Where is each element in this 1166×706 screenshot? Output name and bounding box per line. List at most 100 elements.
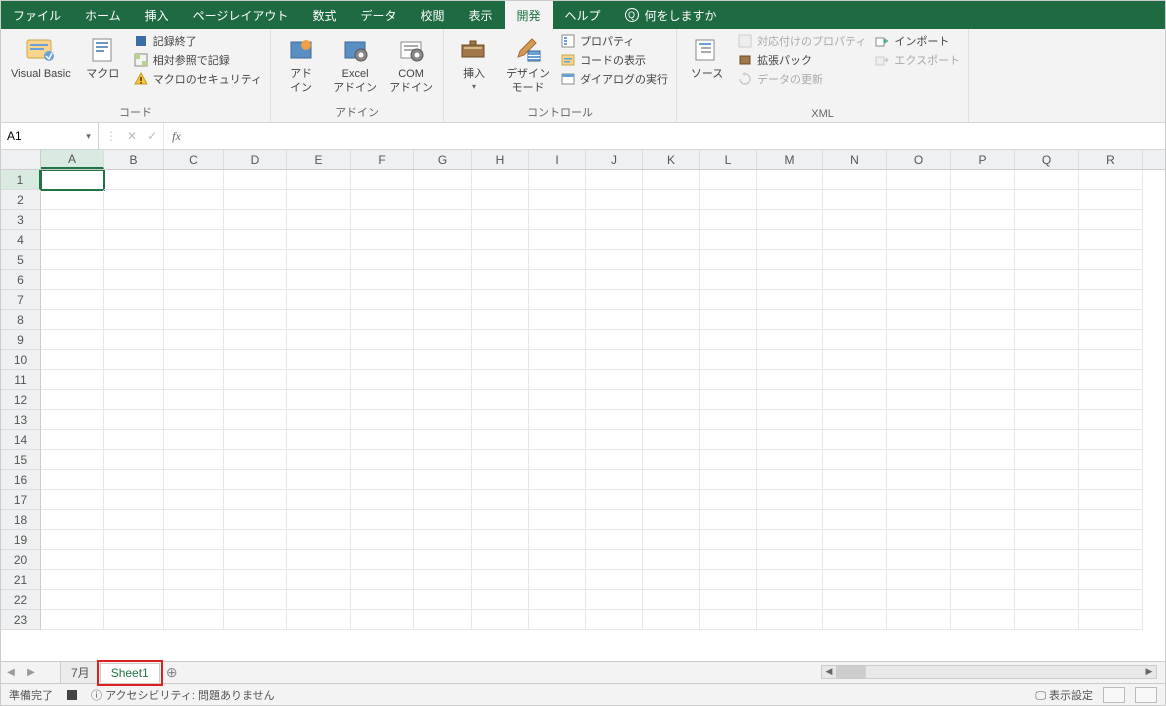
cell[interactable] bbox=[529, 390, 586, 410]
cell[interactable] bbox=[529, 250, 586, 270]
cell[interactable] bbox=[823, 270, 887, 290]
cell[interactable] bbox=[1079, 210, 1143, 230]
cell[interactable] bbox=[41, 350, 104, 370]
cell[interactable] bbox=[287, 470, 351, 490]
cell[interactable] bbox=[351, 370, 414, 390]
cell[interactable] bbox=[164, 350, 224, 370]
cell[interactable] bbox=[529, 450, 586, 470]
cell[interactable] bbox=[887, 230, 951, 250]
cell[interactable] bbox=[700, 530, 757, 550]
cell[interactable] bbox=[823, 250, 887, 270]
column-header[interactable]: D bbox=[224, 150, 287, 169]
cell[interactable] bbox=[823, 190, 887, 210]
cell[interactable] bbox=[823, 350, 887, 370]
cell[interactable] bbox=[104, 490, 164, 510]
cell[interactable] bbox=[41, 270, 104, 290]
cell[interactable] bbox=[951, 510, 1015, 530]
cell[interactable] bbox=[414, 210, 472, 230]
cell[interactable] bbox=[643, 490, 700, 510]
cell[interactable] bbox=[757, 390, 823, 410]
cell[interactable] bbox=[586, 370, 643, 390]
cell[interactable] bbox=[472, 330, 529, 350]
cell[interactable] bbox=[351, 250, 414, 270]
cell[interactable] bbox=[224, 450, 287, 470]
cell[interactable] bbox=[104, 610, 164, 630]
cell[interactable] bbox=[351, 450, 414, 470]
cell[interactable] bbox=[164, 430, 224, 450]
cell[interactable] bbox=[104, 550, 164, 570]
cell[interactable] bbox=[164, 550, 224, 570]
cell[interactable] bbox=[351, 190, 414, 210]
column-header[interactable]: C bbox=[164, 150, 224, 169]
cell[interactable] bbox=[586, 390, 643, 410]
cell[interactable] bbox=[529, 190, 586, 210]
cell[interactable] bbox=[1079, 510, 1143, 530]
cell[interactable] bbox=[287, 350, 351, 370]
cell[interactable] bbox=[951, 370, 1015, 390]
row-header[interactable]: 10 bbox=[1, 350, 41, 370]
cell[interactable] bbox=[529, 330, 586, 350]
cell[interactable] bbox=[823, 310, 887, 330]
cell[interactable] bbox=[1015, 510, 1079, 530]
cell[interactable] bbox=[104, 270, 164, 290]
cell[interactable] bbox=[951, 290, 1015, 310]
cell[interactable] bbox=[586, 550, 643, 570]
cell[interactable] bbox=[757, 370, 823, 390]
cell[interactable] bbox=[351, 550, 414, 570]
design-mode-button[interactable]: デザイン モード bbox=[502, 32, 554, 98]
cell[interactable] bbox=[823, 550, 887, 570]
cell[interactable] bbox=[41, 410, 104, 430]
cell[interactable] bbox=[823, 450, 887, 470]
cell[interactable] bbox=[472, 450, 529, 470]
tab-developer[interactable]: 開発 bbox=[505, 1, 553, 29]
cell[interactable] bbox=[287, 290, 351, 310]
import-button[interactable]: インポート bbox=[872, 32, 962, 50]
cell[interactable] bbox=[164, 410, 224, 430]
cell[interactable] bbox=[472, 310, 529, 330]
row-header[interactable]: 13 bbox=[1, 410, 41, 430]
cell[interactable] bbox=[287, 190, 351, 210]
cell[interactable] bbox=[224, 490, 287, 510]
cell[interactable] bbox=[887, 210, 951, 230]
cell[interactable] bbox=[104, 190, 164, 210]
cell[interactable] bbox=[164, 510, 224, 530]
cell[interactable] bbox=[351, 330, 414, 350]
cell[interactable] bbox=[757, 430, 823, 450]
cell[interactable] bbox=[414, 290, 472, 310]
cell[interactable] bbox=[951, 610, 1015, 630]
cell[interactable] bbox=[104, 430, 164, 450]
cell[interactable] bbox=[1015, 430, 1079, 450]
cell[interactable] bbox=[224, 250, 287, 270]
cell[interactable] bbox=[1079, 430, 1143, 450]
cell[interactable] bbox=[951, 350, 1015, 370]
cell[interactable] bbox=[164, 610, 224, 630]
tab-formulas[interactable]: 数式 bbox=[300, 1, 348, 29]
cell[interactable] bbox=[41, 290, 104, 310]
cell[interactable] bbox=[887, 470, 951, 490]
cell[interactable] bbox=[700, 370, 757, 390]
cell[interactable] bbox=[529, 310, 586, 330]
macro-recording-icon[interactable] bbox=[67, 690, 77, 700]
cell[interactable] bbox=[643, 250, 700, 270]
cell[interactable] bbox=[224, 410, 287, 430]
cell[interactable] bbox=[1079, 470, 1143, 490]
column-header[interactable]: R bbox=[1079, 150, 1143, 169]
cell[interactable] bbox=[643, 390, 700, 410]
cell[interactable] bbox=[164, 590, 224, 610]
cell[interactable] bbox=[287, 590, 351, 610]
cell[interactable] bbox=[823, 290, 887, 310]
cell[interactable] bbox=[586, 530, 643, 550]
cell[interactable] bbox=[823, 410, 887, 430]
cell[interactable] bbox=[472, 570, 529, 590]
cell[interactable] bbox=[643, 590, 700, 610]
cell[interactable] bbox=[887, 190, 951, 210]
row-header[interactable]: 12 bbox=[1, 390, 41, 410]
cell[interactable] bbox=[1015, 450, 1079, 470]
column-header[interactable]: H bbox=[472, 150, 529, 169]
cell[interactable] bbox=[351, 230, 414, 250]
row-header[interactable]: 9 bbox=[1, 330, 41, 350]
cell[interactable] bbox=[529, 230, 586, 250]
cell[interactable] bbox=[351, 570, 414, 590]
cell[interactable] bbox=[287, 570, 351, 590]
name-box-dropdown-icon[interactable]: ▾ bbox=[79, 131, 98, 142]
